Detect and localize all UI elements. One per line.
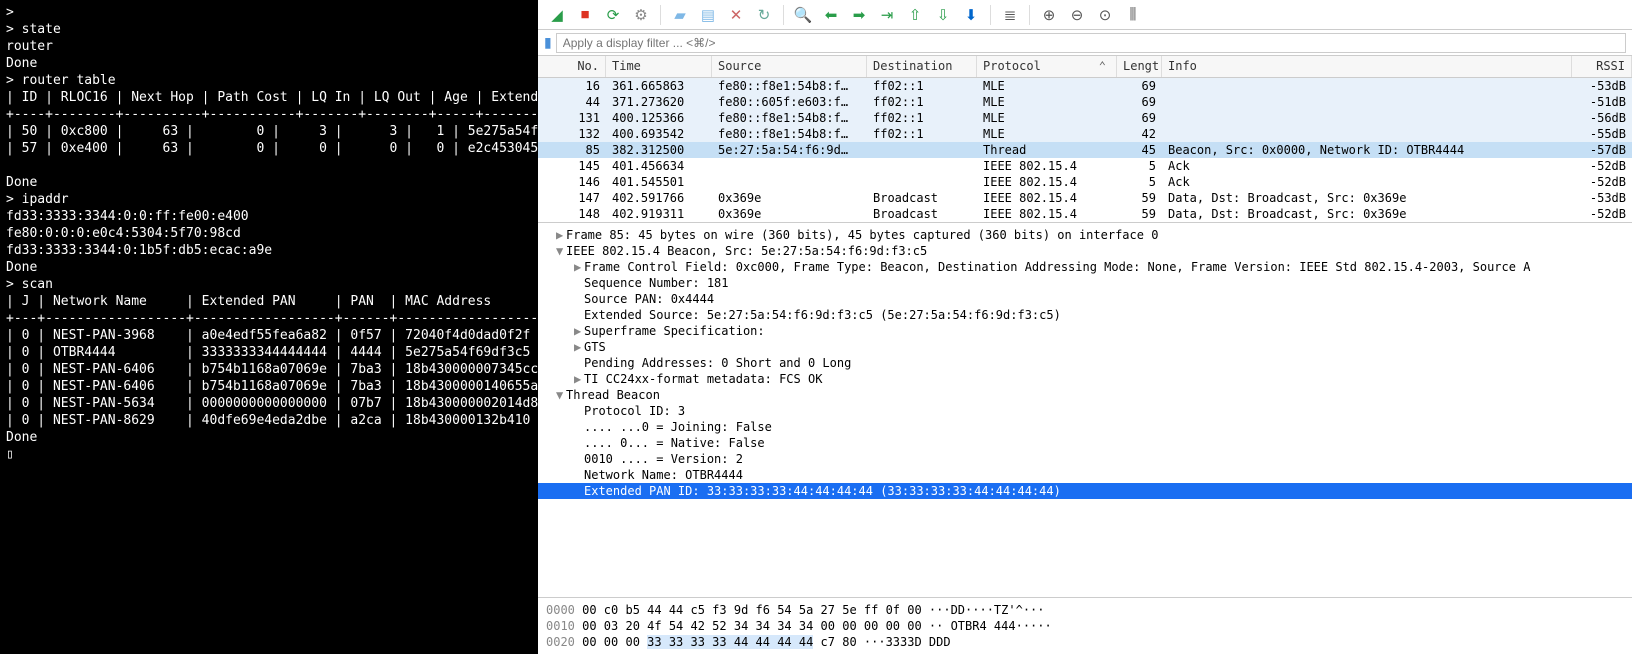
col-len[interactable]: Lengt xyxy=(1117,56,1162,77)
packet-row[interactable]: 146401.545501IEEE 802.15.45Ack-52dB xyxy=(538,174,1632,190)
first-pkt-icon[interactable]: ⇧ xyxy=(904,4,926,26)
wireshark-pane: ◢ ■ ⟳ ⚙ ▰ ▤ ✕ ↻ 🔍 ⬅ ➡ ⇥ ⇧ ⇩ ⬇ ≣ ⊕ ⊖ ⊙ ⫼ … xyxy=(538,0,1632,654)
packet-row[interactable]: 147402.5917660x369eBroadcastIEEE 802.15.… xyxy=(538,190,1632,206)
detail-line[interactable]: Extended PAN ID: 33:33:33:33:44:44:44:44… xyxy=(538,483,1632,499)
detail-line[interactable]: ▶Superframe Specification: xyxy=(538,323,1632,339)
detail-line[interactable]: ▶Frame Control Field: 0xc000, Frame Type… xyxy=(538,259,1632,275)
save-icon[interactable]: ▤ xyxy=(697,4,719,26)
col-no[interactable]: No. xyxy=(538,56,606,77)
zoom-in-icon[interactable]: ⊕ xyxy=(1038,4,1060,26)
sort-arrow-icon: ⌃ xyxy=(1099,59,1106,73)
detail-line[interactable]: ▼Thread Beacon xyxy=(538,387,1632,403)
packet-list[interactable]: No. Time Source Destination Protocol⌃ Le… xyxy=(538,56,1632,222)
detail-line[interactable]: .... ...0 = Joining: False xyxy=(538,419,1632,435)
detail-line[interactable]: ▼IEEE 802.15.4 Beacon, Src: 5e:27:5a:54:… xyxy=(538,243,1632,259)
hex-row[interactable]: 0020 00 00 00 33 33 33 33 44 44 44 44 c7… xyxy=(546,634,1624,650)
hex-row[interactable]: 0010 00 03 20 4f 54 42 52 34 34 34 34 00… xyxy=(546,618,1624,634)
packet-details[interactable]: ▶Frame 85: 45 bytes on wire (360 bits), … xyxy=(538,222,1632,597)
toolbar: ◢ ■ ⟳ ⚙ ▰ ▤ ✕ ↻ 🔍 ⬅ ➡ ⇥ ⇧ ⇩ ⬇ ≣ ⊕ ⊖ ⊙ ⫼ xyxy=(538,0,1632,30)
hex-row[interactable]: 0000 00 c0 b5 44 44 c5 f3 9d f6 54 5a 27… xyxy=(546,602,1624,618)
shark-fin-icon[interactable]: ◢ xyxy=(546,4,568,26)
detail-line[interactable]: Extended Source: 5e:27:5a:54:f6:9d:f3:c5… xyxy=(538,307,1632,323)
stop-icon[interactable]: ■ xyxy=(574,4,596,26)
packet-row[interactable]: 44371.273620fe80::605f:e603:f…ff02::1MLE… xyxy=(538,94,1632,110)
packet-row[interactable]: 145401.456634IEEE 802.15.45Ack-52dB xyxy=(538,158,1632,174)
folder-open-icon[interactable]: ▰ xyxy=(669,4,691,26)
find-icon[interactable]: 🔍 xyxy=(792,4,814,26)
goto-pkt-icon[interactable]: ⇥ xyxy=(876,4,898,26)
col-time[interactable]: Time xyxy=(606,56,712,77)
detail-line[interactable]: ▶Frame 85: 45 bytes on wire (360 bits), … xyxy=(538,227,1632,243)
packet-row[interactable]: 131400.125366fe80::f8e1:54b8:f…ff02::1ML… xyxy=(538,110,1632,126)
back-icon[interactable]: ⬅ xyxy=(820,4,842,26)
detail-line[interactable]: Pending Addresses: 0 Short and 0 Long xyxy=(538,355,1632,371)
bookmark-icon[interactable]: ▮ xyxy=(544,34,552,51)
detail-line[interactable]: Network Name: OTBR4444 xyxy=(538,467,1632,483)
zoom-out-icon[interactable]: ⊖ xyxy=(1066,4,1088,26)
packet-row[interactable]: 16361.665863fe80::f8e1:54b8:f…ff02::1MLE… xyxy=(538,78,1632,94)
detail-line[interactable]: Protocol ID: 3 xyxy=(538,403,1632,419)
detail-line[interactable]: Source PAN: 0x4444 xyxy=(538,291,1632,307)
packet-row[interactable]: 132400.693542fe80::f8e1:54b8:f…ff02::1ML… xyxy=(538,126,1632,142)
resize-cols-icon[interactable]: ⫼ xyxy=(1122,4,1144,26)
col-prot[interactable]: Protocol⌃ xyxy=(977,56,1117,77)
detail-line[interactable]: 0010 .... = Version: 2 xyxy=(538,451,1632,467)
col-info[interactable]: Info xyxy=(1162,56,1572,77)
detail-line[interactable]: ▶TI CC24xx-format metadata: FCS OK xyxy=(538,371,1632,387)
packet-list-header[interactable]: No. Time Source Destination Protocol⌃ Le… xyxy=(538,56,1632,78)
col-rssi[interactable]: RSSI xyxy=(1572,56,1632,77)
auto-scroll-icon[interactable]: ⬇ xyxy=(960,4,982,26)
col-src[interactable]: Source xyxy=(712,56,867,77)
display-filter-input[interactable] xyxy=(556,33,1626,53)
reload-icon[interactable]: ↻ xyxy=(753,4,775,26)
forward-icon[interactable]: ➡ xyxy=(848,4,870,26)
last-pkt-icon[interactable]: ⇩ xyxy=(932,4,954,26)
detail-line[interactable]: ▶GTS xyxy=(538,339,1632,355)
zoom-reset-icon[interactable]: ⊙ xyxy=(1094,4,1116,26)
options-icon[interactable]: ⚙ xyxy=(630,4,652,26)
close-file-icon[interactable]: ✕ xyxy=(725,4,747,26)
terminal-pane[interactable]: > > state router Done > router table | I… xyxy=(0,0,538,654)
detail-line[interactable]: .... 0... = Native: False xyxy=(538,435,1632,451)
filter-bar: ▮ xyxy=(538,30,1632,56)
col-dst[interactable]: Destination xyxy=(867,56,977,77)
hex-dump[interactable]: 0000 00 c0 b5 44 44 c5 f3 9d f6 54 5a 27… xyxy=(538,597,1632,654)
packet-row[interactable]: 148402.9193110x369eBroadcastIEEE 802.15.… xyxy=(538,206,1632,222)
restart-icon[interactable]: ⟳ xyxy=(602,4,624,26)
packet-row[interactable]: 85382.3125005e:27:5a:54:f6:9d…Thread45Be… xyxy=(538,142,1632,158)
detail-line[interactable]: Sequence Number: 181 xyxy=(538,275,1632,291)
colorize-icon[interactable]: ≣ xyxy=(999,4,1021,26)
